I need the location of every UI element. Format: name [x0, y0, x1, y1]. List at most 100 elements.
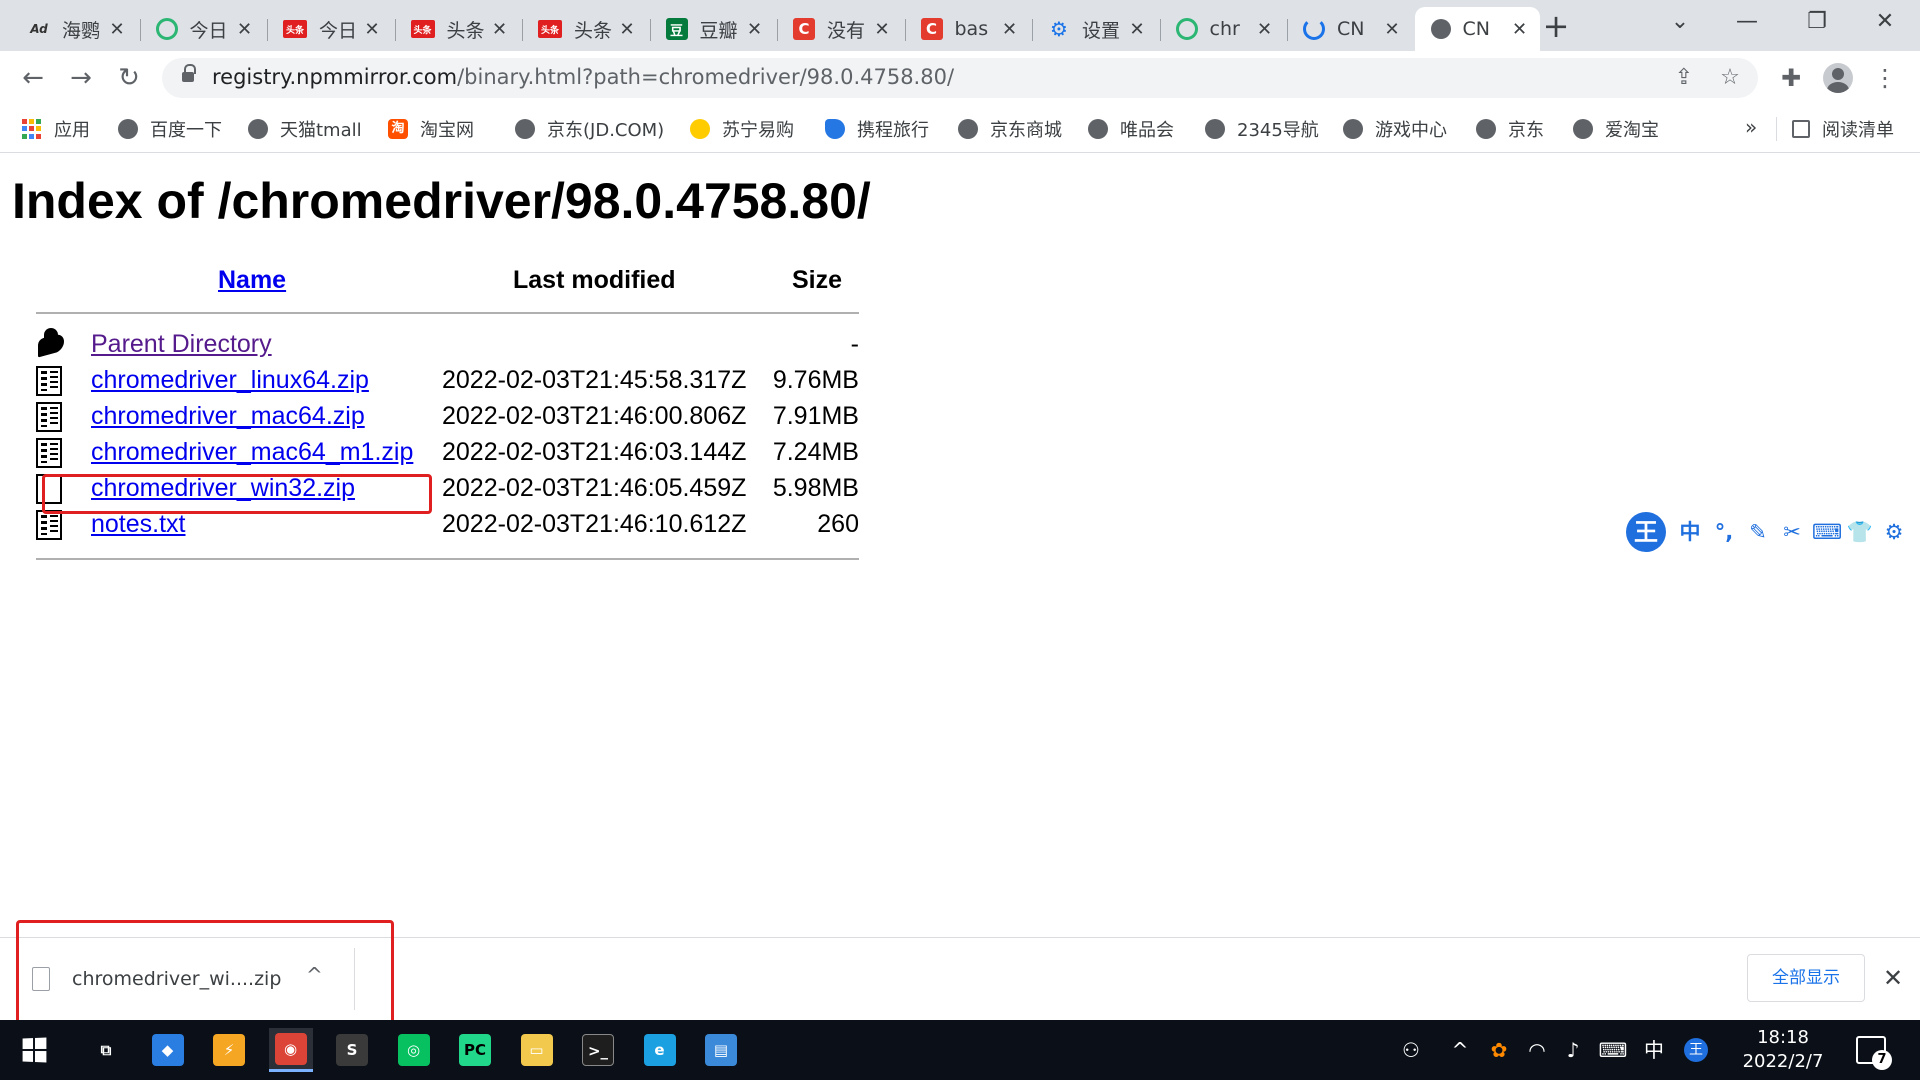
- app-diamond-icon[interactable]: ◆: [146, 1028, 190, 1072]
- bookmark-item[interactable]: 唯品会: [1088, 113, 1174, 145]
- tab-search-button[interactable]: ⌄: [1645, 0, 1715, 44]
- people-icon[interactable]: ⚇: [1396, 1036, 1426, 1064]
- ime-tray-icon[interactable]: 王: [1684, 1038, 1708, 1062]
- bookmark-item[interactable]: 携程旅行: [825, 113, 929, 145]
- bookmark-item[interactable]: 爱淘宝: [1573, 113, 1659, 145]
- tab-close-icon[interactable]: ✕: [1510, 19, 1530, 40]
- ime-skin-icon[interactable]: 👕: [1846, 518, 1874, 546]
- tab-close-icon[interactable]: ✕: [1127, 19, 1147, 40]
- tab-close-icon[interactable]: ✕: [872, 19, 892, 40]
- tab-close-icon[interactable]: ✕: [362, 19, 382, 40]
- browser-toolbar: ← → ↻ registry.npmmirror.com/binary.html…: [0, 51, 1920, 105]
- browser-tab[interactable]: 今日 ✕: [139, 7, 265, 51]
- bookmark-star-icon[interactable]: ☆: [1716, 64, 1744, 92]
- ime-punctuation-icon[interactable]: °,: [1710, 518, 1738, 546]
- window-close-button[interactable]: ✕: [1850, 0, 1920, 44]
- tray-chevron-icon[interactable]: ^: [1448, 1036, 1472, 1064]
- task-view-icon[interactable]: ⧉: [84, 1028, 128, 1072]
- reload-button[interactable]: ↻: [110, 59, 148, 97]
- extensions-icon[interactable]: ✚: [1774, 61, 1808, 95]
- tab-title: 今日: [189, 19, 228, 42]
- tab-close-icon[interactable]: ✕: [1255, 19, 1275, 40]
- wechat-icon[interactable]: ◎: [392, 1028, 436, 1072]
- file-link[interactable]: chromedriver_mac64_m1.zip: [91, 438, 413, 467]
- minimize-button[interactable]: —: [1712, 0, 1782, 44]
- profile-avatar[interactable]: [1823, 63, 1853, 93]
- ime-chinese-mode[interactable]: 中: [1676, 518, 1704, 546]
- file-link[interactable]: Parent Directory: [91, 330, 272, 359]
- browser-tab[interactable]: 头条 今日 ✕: [267, 7, 392, 51]
- browser-tab[interactable]: 豆豆瓣 ✕: [649, 7, 775, 51]
- browser-tab[interactable]: Ad 海鹦 ✕: [12, 7, 137, 51]
- show-all-downloads-button[interactable]: 全部显示: [1747, 954, 1865, 1002]
- browser-tab[interactable]: ⚙ 设置 ✕: [1032, 7, 1157, 51]
- bookmark-item[interactable]: 2345导航: [1205, 113, 1319, 145]
- shield-app-icon[interactable]: ⚡: [207, 1028, 251, 1072]
- lock-icon[interactable]: [182, 64, 196, 84]
- tab-close-icon[interactable]: ✕: [235, 19, 255, 40]
- ime-language-indicator[interactable]: 中: [1640, 1036, 1668, 1064]
- circle-icon: [155, 18, 178, 40]
- browser-tab[interactable]: CN ✕: [1287, 7, 1412, 51]
- browser-tab[interactable]: Cbas ✕: [904, 7, 1030, 51]
- reading-list-button[interactable]: 阅读清单: [1792, 113, 1894, 145]
- file-explorer-icon[interactable]: ▭: [515, 1028, 559, 1072]
- ime-logo-icon[interactable]: 王: [1626, 512, 1666, 552]
- file-link[interactable]: notes.txt: [91, 510, 186, 539]
- sublime-icon[interactable]: S: [330, 1028, 374, 1072]
- bookmark-item[interactable]: 京东(JD.COM): [515, 113, 664, 145]
- tab-close-icon[interactable]: ✕: [617, 19, 637, 40]
- tab-close-icon[interactable]: ✕: [1382, 19, 1402, 40]
- tab-close-icon[interactable]: ✕: [1000, 19, 1020, 40]
- wifi-icon[interactable]: ◠: [1524, 1036, 1550, 1064]
- forward-button[interactable]: →: [62, 59, 100, 97]
- browser-tab[interactable]: 头条 头条 ✕: [394, 7, 520, 51]
- pycharm-icon[interactable]: PC: [453, 1028, 497, 1072]
- file-link[interactable]: chromedriver_mac64.zip: [91, 402, 365, 431]
- ime-handwriting-icon[interactable]: ✎: [1744, 518, 1772, 546]
- browser-tab[interactable]: CN ✕: [1414, 7, 1540, 51]
- close-download-shelf-button[interactable]: ✕: [1878, 960, 1908, 996]
- column-header-name[interactable]: Name: [218, 266, 286, 295]
- tab-close-icon[interactable]: ✕: [107, 19, 127, 40]
- back-button[interactable]: ←: [14, 59, 52, 97]
- url-text[interactable]: registry.npmmirror.com/binary.html?path=…: [212, 65, 954, 89]
- tab-close-icon[interactable]: ✕: [490, 19, 510, 40]
- volume-icon[interactable]: ♪: [1560, 1036, 1586, 1064]
- bookmark-item[interactable]: 天猫tmall: [248, 113, 362, 145]
- new-tab-button[interactable]: +: [1536, 8, 1576, 48]
- bookmark-item[interactable]: 淘淘宝网: [388, 113, 474, 145]
- bookmark-item[interactable]: 京东商城: [958, 113, 1062, 145]
- address-bar[interactable]: registry.npmmirror.com/binary.html?path=…: [162, 58, 1758, 98]
- ime-settings-icon[interactable]: ⚙: [1880, 518, 1908, 546]
- chrome-icon[interactable]: ◉: [268, 1028, 313, 1072]
- bookmark-item[interactable]: 游戏中心: [1343, 113, 1447, 145]
- sort-by-name-link[interactable]: Name: [218, 266, 286, 294]
- browser-tab[interactable]: 头条 头条 ✕: [522, 7, 647, 51]
- tab-close-icon[interactable]: ✕: [745, 19, 765, 40]
- browser-tab[interactable]: chr ✕: [1159, 7, 1285, 51]
- gear-icon: ⚙: [1050, 17, 1068, 41]
- bookmark-item[interactable]: 苏宁易购: [690, 113, 794, 145]
- keyboard-icon[interactable]: ⌨: [1596, 1036, 1630, 1064]
- restore-button[interactable]: ❐: [1782, 0, 1852, 44]
- browser-tab[interactable]: C 没有 ✕: [777, 7, 902, 51]
- bookmark-item[interactable]: 京东: [1476, 113, 1544, 145]
- bookmarks-overflow-button[interactable]: »: [1745, 115, 1757, 139]
- system-clock[interactable]: 18:18 2022/2/7: [1728, 1026, 1838, 1074]
- ime-screenshot-icon[interactable]: ✂: [1778, 518, 1806, 546]
- menu-icon[interactable]: ⋮: [1868, 61, 1902, 95]
- tray-app-icon[interactable]: ✿: [1486, 1036, 1512, 1064]
- bookmark-item[interactable]: 应用: [22, 113, 90, 145]
- bookmark-label: 携程旅行: [857, 120, 929, 141]
- file-link[interactable]: chromedriver_linux64.zip: [91, 366, 369, 395]
- ime-keyboard-icon[interactable]: ⌨: [1812, 518, 1842, 546]
- bookmark-label: 应用: [54, 120, 90, 141]
- ie-icon[interactable]: e: [638, 1028, 682, 1072]
- control-panel-icon[interactable]: ▤: [699, 1028, 743, 1072]
- terminal-icon[interactable]: >_: [576, 1028, 620, 1072]
- notification-center-icon[interactable]: 7: [1856, 1036, 1892, 1070]
- windows-start-icon[interactable]: [22, 1037, 47, 1063]
- bookmark-item[interactable]: 百度一下: [118, 113, 222, 145]
- share-icon[interactable]: ⇪: [1670, 64, 1698, 92]
